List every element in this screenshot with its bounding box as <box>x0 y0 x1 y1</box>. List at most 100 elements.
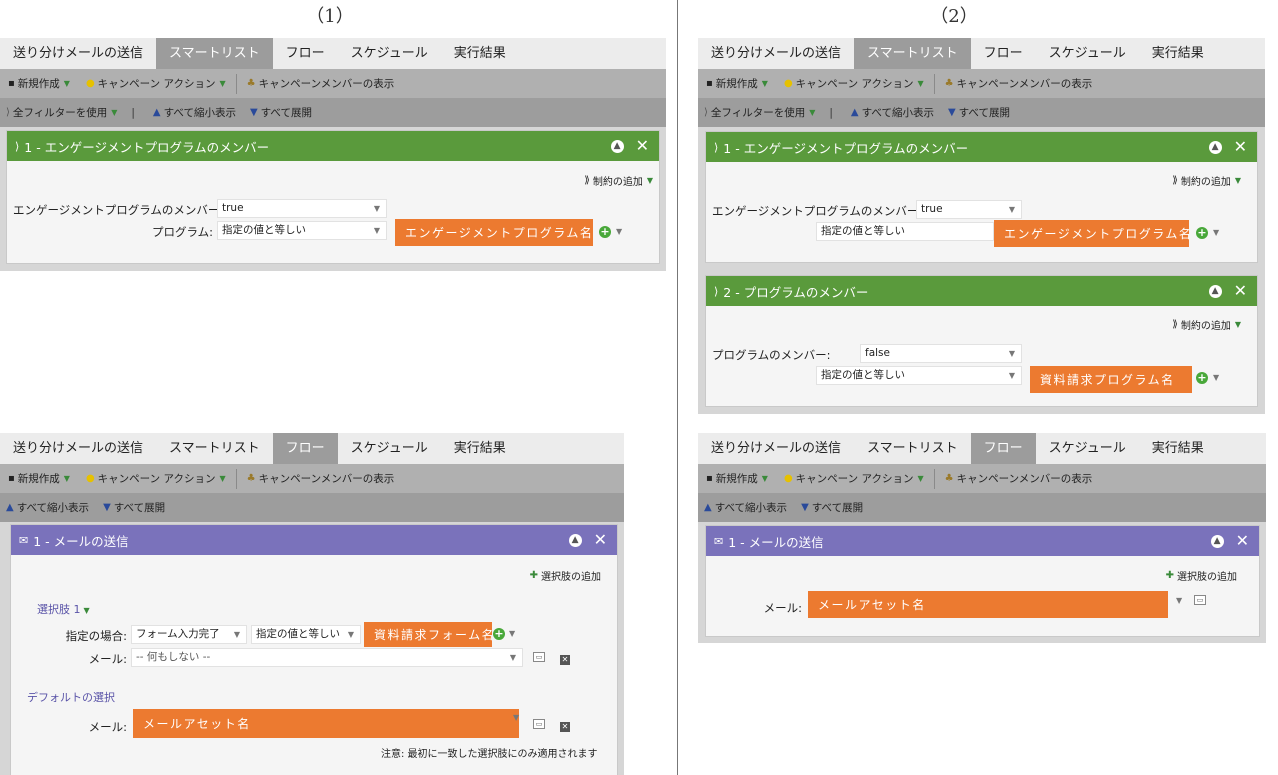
move-up-icon[interactable]: ▲ <box>1208 140 1222 154</box>
new-menu[interactable]: ▪ 新規作成 ▼ <box>706 471 768 486</box>
use-all-filters-menu[interactable]: ⟩ 全フィルターを使用 ▼ <box>6 105 117 120</box>
move-up-icon[interactable]: ▲ <box>568 533 582 547</box>
tab-smart-list[interactable]: スマートリスト <box>156 433 273 464</box>
collapse-all-button[interactable]: ▲ すべて縮小表示 <box>851 105 934 120</box>
member-select[interactable]: false ▼ <box>860 344 1022 363</box>
tab-schedule[interactable]: スケジュール <box>338 38 441 69</box>
tab-smart-list[interactable]: スマートリスト <box>854 38 971 69</box>
separator: | <box>131 106 135 119</box>
caption-right: （2） <box>930 6 978 27</box>
dropdown-arrow-icon[interactable]: ▼ <box>513 713 519 722</box>
show-members-button[interactable]: ♣ キャンペーンメンバーの表示 <box>945 471 1093 486</box>
toolbar: ▪ 新規作成 ▼ ● キャンペーン アクション ▼ ♣ キャンペーンメンバーの表示 <box>698 69 1265 98</box>
preview-icon[interactable]: ▭ <box>1194 595 1206 605</box>
chevron-down-icon[interactable]: ▼ <box>1213 373 1219 382</box>
new-menu[interactable]: ▪ 新規作成 ▼ <box>8 76 70 91</box>
chevron-down-icon: ▼ <box>917 474 924 483</box>
program-value-field[interactable]: エンゲージメントプログラム名 <box>994 220 1191 247</box>
tab-send-email[interactable]: 送り分けメールの送信 <box>698 38 854 69</box>
chevron-down-icon[interactable]: ▼ <box>509 629 515 638</box>
member-select[interactable]: true ▼ <box>217 199 387 218</box>
campaign-action-menu[interactable]: ● キャンペーン アクション ▼ <box>86 76 226 91</box>
member-select[interactable]: true ▼ <box>916 200 1022 219</box>
expand-all-button[interactable]: ▼ すべて展開 <box>103 500 165 515</box>
smartlist-panel-1: 送り分けメールの送信 スマートリスト フロー スケジュール 実行結果 ▪ 新規作成… <box>0 38 666 271</box>
chevron-down-icon[interactable]: ▼ <box>616 227 622 236</box>
tab-schedule[interactable]: スケジュール <box>338 433 441 464</box>
add-value-plus-icon[interactable]: + <box>1196 227 1208 239</box>
tab-schedule[interactable]: スケジュール <box>1036 433 1139 464</box>
if-field-select[interactable]: フォーム入力完了 ▼ <box>131 625 247 644</box>
tab-send-email[interactable]: 送り分けメールの送信 <box>698 433 854 464</box>
program-operator-select[interactable]: 指定の値と等しい ▼ <box>816 366 1022 385</box>
add-value-plus-icon[interactable]: + <box>1196 372 1208 384</box>
expand-all-button[interactable]: ▼ すべて展開 <box>948 105 1010 120</box>
close-icon[interactable]: ✕ <box>1236 533 1249 549</box>
tab-results[interactable]: 実行結果 <box>441 38 519 69</box>
email-field[interactable]: メールアセット名 <box>808 591 1168 618</box>
tab-smart-list[interactable]: スマートリスト <box>156 38 273 69</box>
new-menu[interactable]: ▪ 新規作成 ▼ <box>706 76 768 91</box>
tab-flow[interactable]: フロー <box>971 38 1036 69</box>
tab-schedule[interactable]: スケジュール <box>1036 38 1139 69</box>
delete-icon[interactable]: ✕ <box>560 722 570 732</box>
add-value-plus-icon[interactable]: + <box>599 226 611 238</box>
new-menu[interactable]: ▪ 新規作成 ▼ <box>8 471 70 486</box>
collapse-all-button[interactable]: ▲ すべて縮小表示 <box>153 105 236 120</box>
tab-flow[interactable]: フロー <box>273 38 338 69</box>
use-all-filters-menu[interactable]: ⟩ 全フィルターを使用 ▼ <box>704 105 815 120</box>
add-choice-link[interactable]: ✚ 選択肢の追加 <box>1166 568 1237 583</box>
tab-flow[interactable]: フロー <box>272 433 338 464</box>
preview-icon[interactable]: ▭ <box>533 719 545 729</box>
move-up-icon[interactable]: ▲ <box>1208 284 1222 298</box>
tab-send-email[interactable]: 送り分けメールの送信 <box>0 38 156 69</box>
tab-send-email[interactable]: 送り分けメールの送信 <box>0 433 156 464</box>
email-label: メール: <box>763 601 802 615</box>
chevron-down-icon: ▼ <box>219 79 226 88</box>
add-constraint-link[interactable]: ⟫ 制約の追加 ▼ <box>584 173 653 188</box>
tab-flow[interactable]: フロー <box>970 433 1036 464</box>
show-members-button[interactable]: ♣ キャンペーンメンバーの表示 <box>247 471 395 486</box>
tab-results[interactable]: 実行結果 <box>441 433 519 464</box>
close-icon[interactable]: ✕ <box>1234 139 1247 155</box>
campaign-action-menu[interactable]: ● キャンペーン アクション ▼ <box>86 471 226 486</box>
close-icon[interactable]: ✕ <box>636 138 649 154</box>
close-icon[interactable]: ✕ <box>594 532 607 548</box>
tab-results[interactable]: 実行結果 <box>1139 433 1217 464</box>
add-constraint-link[interactable]: ⟫ 制約の追加 ▼ <box>1172 317 1241 332</box>
tab-smart-list[interactable]: スマートリスト <box>854 433 971 464</box>
add-constraint-link[interactable]: ⟫ 制約の追加 ▼ <box>1172 173 1241 188</box>
filter-header: ⟩ 2 - プログラムのメンバー ▲ ✕ <box>706 276 1257 306</box>
program-value-field[interactable]: エンゲージメントプログラム名 <box>395 219 593 246</box>
expand-all-button[interactable]: ▼ すべて展開 <box>250 105 312 120</box>
divider-line <box>677 0 678 775</box>
collapse-all-button[interactable]: ▲ すべて縮小表示 <box>6 500 89 515</box>
choice-label[interactable]: 選択肢 1 ▼ <box>37 601 90 617</box>
program-value-field[interactable]: 資料請求プログラム名 <box>1030 366 1192 393</box>
default-email-field[interactable]: メールアセット名 <box>133 709 519 738</box>
collapse-all-button[interactable]: ▲ すべて縮小表示 <box>704 500 787 515</box>
delete-icon[interactable]: ✕ <box>560 655 570 665</box>
dropdown-arrow-icon[interactable]: ▼ <box>1176 596 1182 605</box>
campaign-action-menu[interactable]: ● キャンペーン アクション ▼ <box>784 76 924 91</box>
add-choice-link[interactable]: ✚ 選択肢の追加 <box>530 568 601 583</box>
move-up-icon[interactable]: ▲ <box>1210 534 1224 548</box>
move-up-icon[interactable]: ▲ <box>610 139 624 153</box>
show-members-button[interactable]: ♣ キャンペーンメンバーの表示 <box>247 76 395 91</box>
campaign-action-menu[interactable]: ● キャンペーン アクション ▼ <box>784 471 924 486</box>
add-value-plus-icon[interactable]: + <box>493 628 505 640</box>
chevron-down-icon: ▼ <box>1234 320 1241 329</box>
tab-results[interactable]: 実行結果 <box>1139 38 1217 69</box>
choice-email-select[interactable]: -- 何もしない -- ▼ <box>131 648 523 667</box>
default-email-label: メール: <box>88 720 127 734</box>
if-operator-select[interactable]: 指定の値と等しい ▼ <box>251 625 361 644</box>
program-operator-select[interactable]: 指定の値と等しい ▼ <box>217 221 387 240</box>
show-members-button[interactable]: ♣ キャンペーンメンバーの表示 <box>945 76 1093 91</box>
if-value-field[interactable]: 資料請求フォーム名 <box>364 622 494 647</box>
expand-all-button[interactable]: ▼ すべて展開 <box>801 500 863 515</box>
toolbar-divider <box>235 468 237 489</box>
close-icon[interactable]: ✕ <box>1234 283 1247 299</box>
program-operator-select[interactable]: 指定の値と等しい <box>816 222 994 241</box>
chevron-down-icon[interactable]: ▼ <box>1213 228 1219 237</box>
preview-icon[interactable]: ▭ <box>533 652 545 662</box>
